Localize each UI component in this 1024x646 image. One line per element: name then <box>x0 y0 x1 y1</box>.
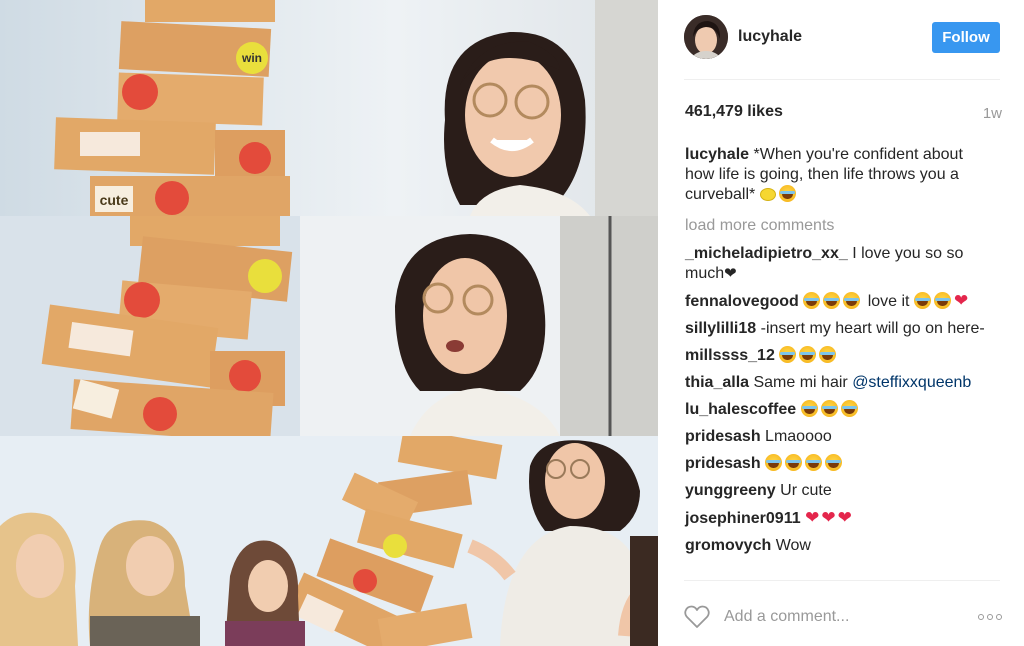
post-timestamp[interactable]: 1w <box>983 105 1002 122</box>
comment-username[interactable]: _micheladipietro_xx_ <box>685 245 848 262</box>
comment-username[interactable]: yunggreeny <box>685 482 776 499</box>
red-heart-icon: ❤ <box>953 291 969 310</box>
tears-of-joy-emoji-icon <box>840 400 858 417</box>
red-heart-icon: ❤ <box>805 508 820 527</box>
comment-item: fennalovegood love it ❤ <box>685 291 991 312</box>
post-image[interactable]: win cute <box>0 0 658 646</box>
box-win-label: win <box>241 51 262 65</box>
tears-of-joy-emoji-icon <box>913 292 931 309</box>
comment-text: Ur cute <box>780 482 832 499</box>
add-comment-input[interactable] <box>724 608 954 626</box>
more-options-icon[interactable] <box>978 614 1002 620</box>
comment-item: millssss_12 <box>685 346 991 366</box>
tears-of-joy-emoji-icon <box>779 346 797 363</box>
tears-of-joy-emoji-icon <box>799 346 817 363</box>
tears-of-joy-emoji-icon <box>800 400 818 417</box>
image-panel-3 <box>0 436 658 646</box>
tears-of-joy-emoji-icon <box>819 346 837 363</box>
tears-of-joy-emoji-icon <box>778 185 796 202</box>
comment-item: pridesash <box>685 454 991 474</box>
tears-of-joy-emoji-icon <box>933 292 951 309</box>
lemon-emoji-icon <box>759 188 776 201</box>
caption: lucyhale *When you're confident about ho… <box>685 145 991 205</box>
comment-text: Wow <box>775 537 811 554</box>
comment-item: yunggreeny Ur cute <box>685 481 991 501</box>
red-heart-icon: ❤ <box>837 508 852 527</box>
comment-text: Same mi hair <box>753 374 848 391</box>
comment-item: josephiner0911 ❤ ❤ ❤ <box>685 508 991 529</box>
divider <box>684 580 1000 581</box>
comment-item: _micheladipietro_xx_ I love you so so mu… <box>685 244 991 284</box>
post-sidebar: lucyhale Follow 461,479 likes 1w lucyhal… <box>658 0 1024 646</box>
comments-list: lucyhale *When you're confident about ho… <box>685 145 991 563</box>
comment-username[interactable]: lu_halescoffee <box>685 401 796 418</box>
box-cute-label: cute <box>100 192 129 208</box>
comment-username[interactable]: gromovych <box>685 537 771 554</box>
tears-of-joy-emoji-icon <box>805 454 823 471</box>
heart-outline-icon[interactable] <box>684 605 710 629</box>
black-heart-icon: ❤ <box>724 265 737 282</box>
comment-item: gromovych Wow <box>685 536 991 556</box>
tears-of-joy-emoji-icon <box>823 292 841 309</box>
post-header: lucyhale Follow <box>684 14 1000 62</box>
image-panel-1: win cute <box>0 0 658 216</box>
tears-of-joy-emoji-icon <box>825 454 843 471</box>
like-count[interactable]: 461,479 likes <box>685 103 783 121</box>
comment-item: sillylilli18 -insert my heart will go on… <box>685 319 991 339</box>
mention-link[interactable]: @steffixxqueenb <box>852 374 971 391</box>
comment-username[interactable]: pridesash <box>685 455 761 472</box>
tears-of-joy-emoji-icon <box>843 292 861 309</box>
tears-of-joy-emoji-icon <box>820 400 838 417</box>
comment-username[interactable]: fennalovegood <box>685 293 799 310</box>
comment-text: love it <box>867 293 910 310</box>
comment-text: Lmaoooo <box>765 428 832 445</box>
tears-of-joy-emoji-icon <box>765 454 783 471</box>
dot <box>978 614 984 620</box>
image-panel-2 <box>0 216 658 436</box>
load-more-comments-link[interactable]: load more comments <box>685 216 991 236</box>
red-heart-icon: ❤ <box>821 508 836 527</box>
dot <box>987 614 993 620</box>
divider <box>684 79 1000 80</box>
comment-username[interactable]: thia_alla <box>685 374 749 391</box>
comment-item: pridesash Lmaoooo <box>685 427 991 447</box>
comment-item: lu_halescoffee <box>685 400 991 420</box>
person-figure <box>444 31 590 216</box>
comment-text: -insert my heart will go on here- <box>760 320 985 337</box>
comment-username[interactable]: millssss_12 <box>685 347 775 364</box>
dot <box>996 614 1002 620</box>
comment-item: thia_alla Same mi hair @steffixxqueenb <box>685 373 991 393</box>
comment-username[interactable]: josephiner0911 <box>685 510 801 527</box>
tears-of-joy-emoji-icon <box>785 454 803 471</box>
avatar[interactable] <box>684 15 728 59</box>
comment-username[interactable]: pridesash <box>685 428 761 445</box>
caption-username[interactable]: lucyhale <box>685 146 749 163</box>
comment-username[interactable]: sillylilli18 <box>685 320 756 337</box>
tears-of-joy-emoji-icon <box>803 292 821 309</box>
username-link[interactable]: lucyhale <box>738 28 802 46</box>
follow-button[interactable]: Follow <box>932 22 1000 53</box>
